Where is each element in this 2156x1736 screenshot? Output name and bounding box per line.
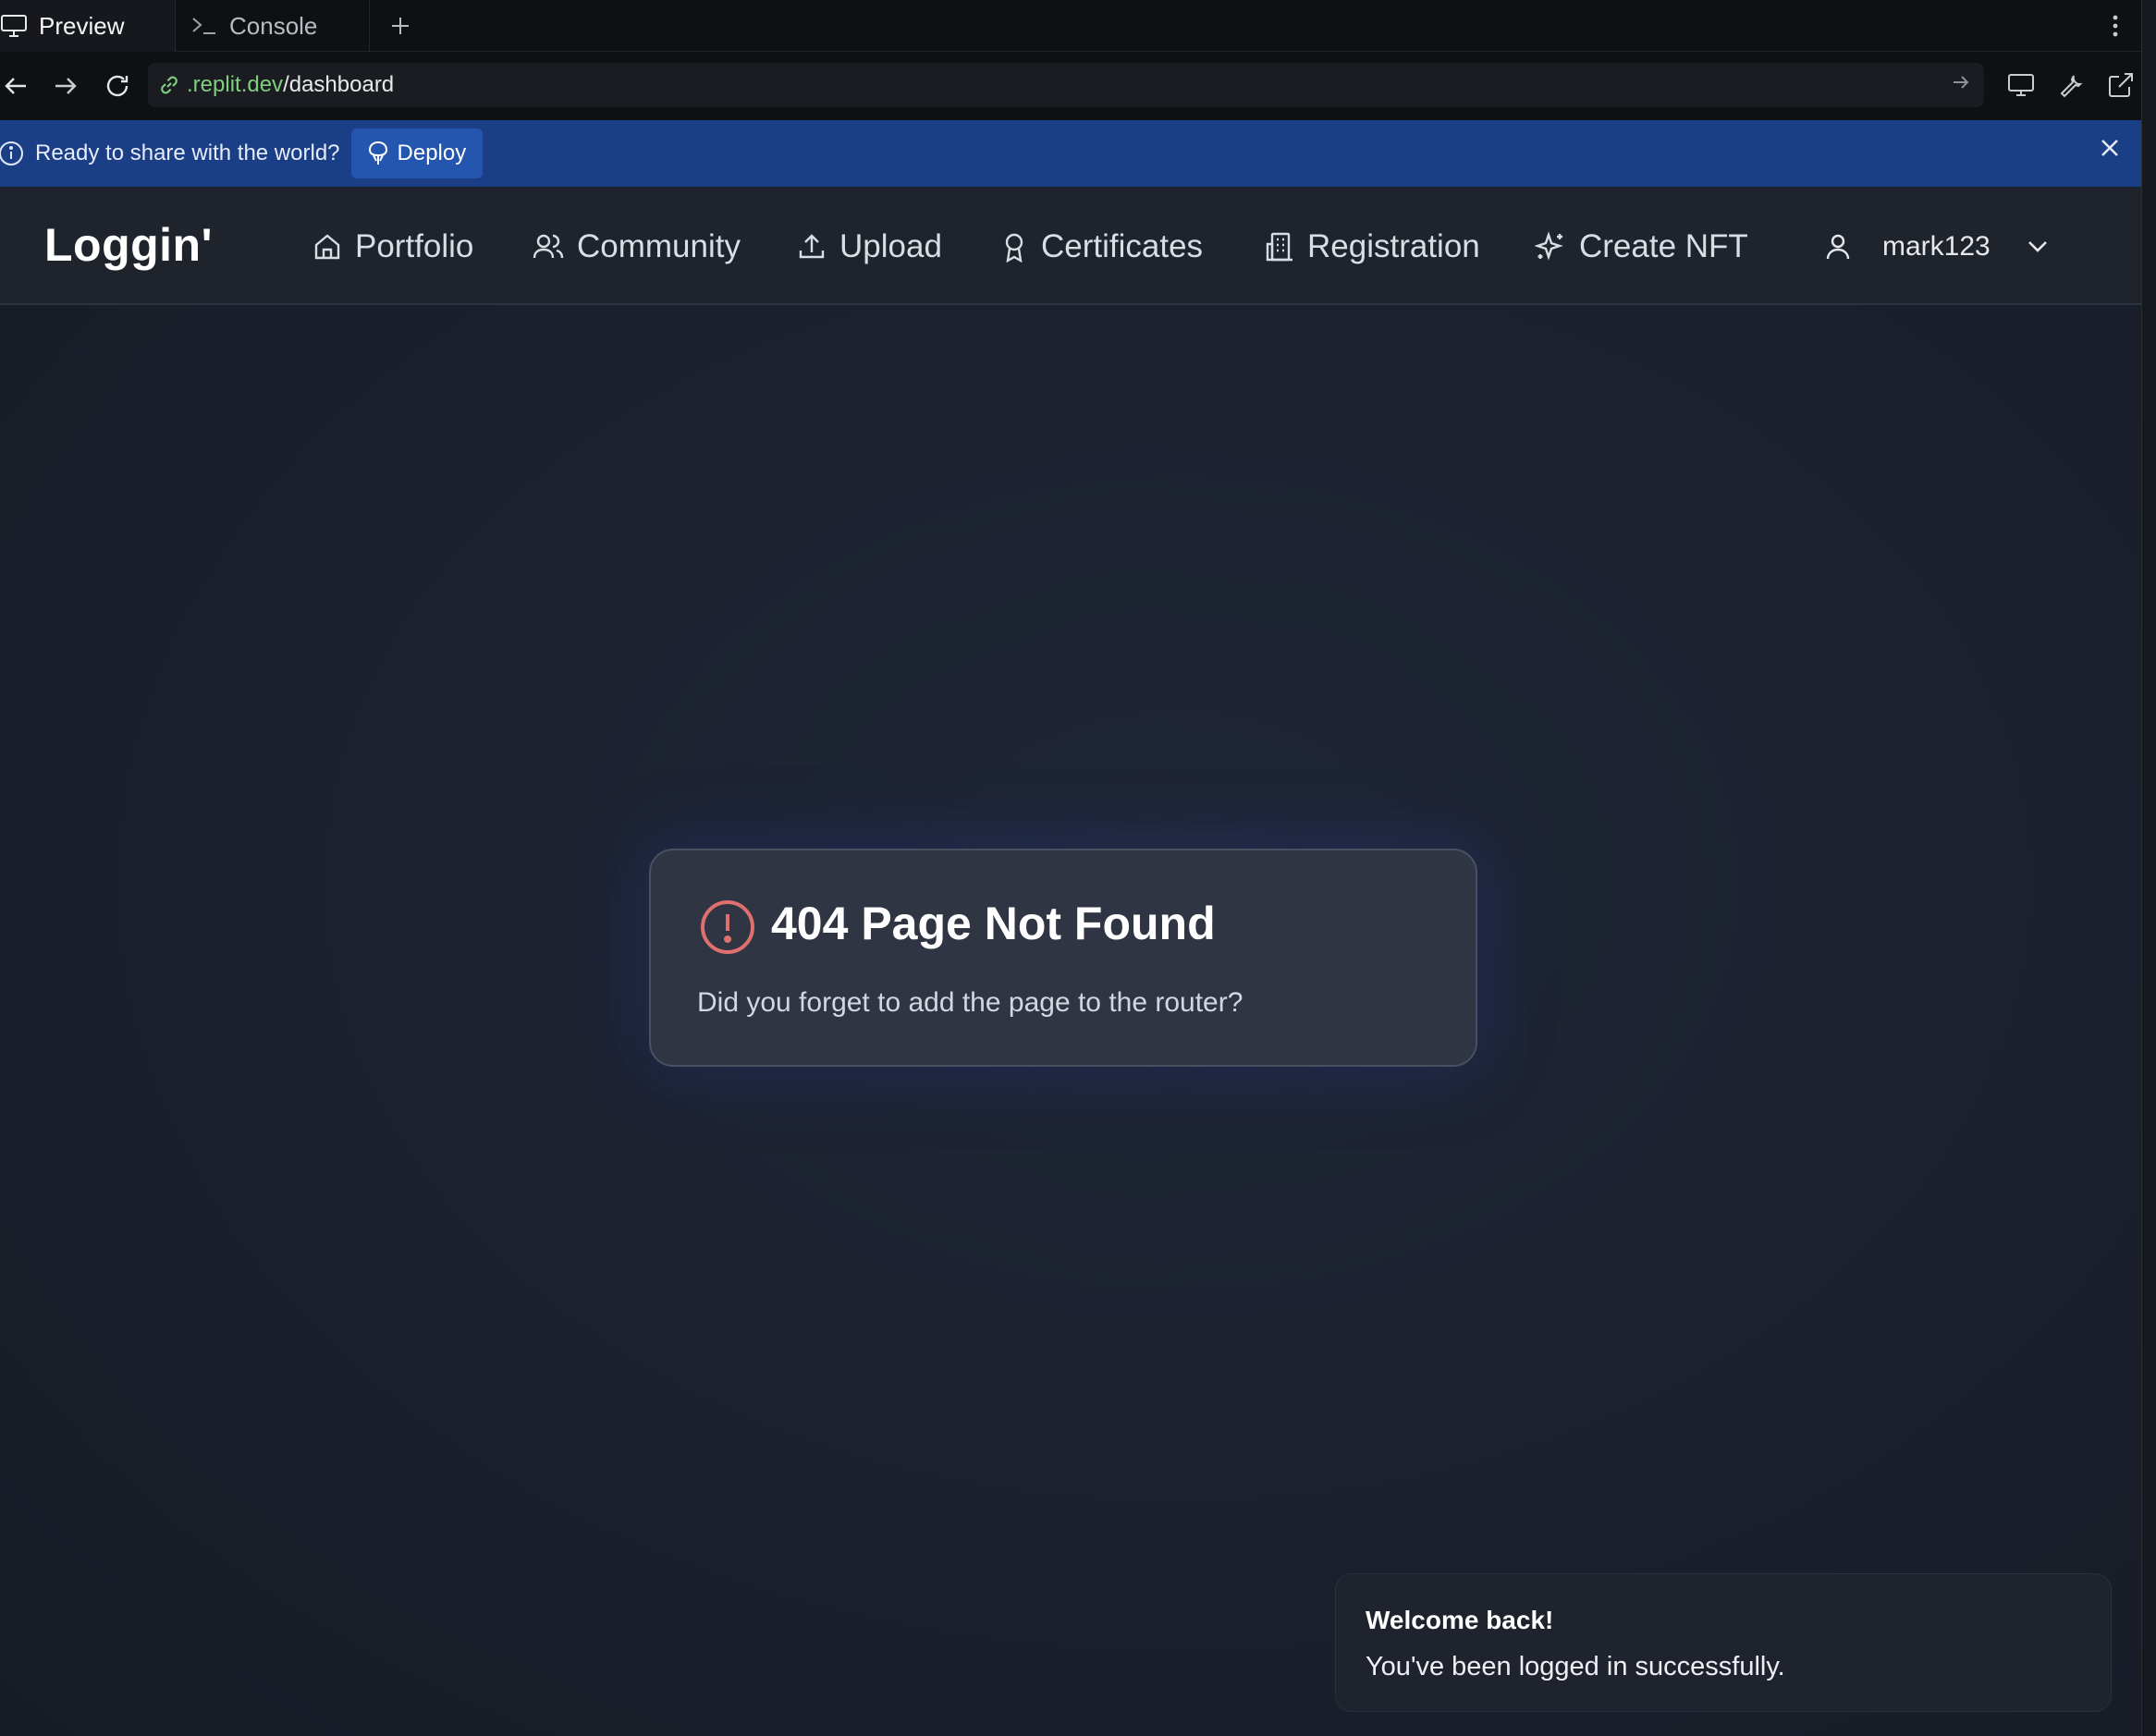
app-viewport: Loggin' Portfolio Community Upload Certi… [0,187,2141,1736]
home-icon [314,234,340,260]
forward-button[interactable] [41,61,91,111]
address-row: .replit.dev/dashboard [0,52,2141,120]
top-navbar: Loggin' Portfolio Community Upload Certi… [0,187,2141,305]
nav-registration-label: Registration [1307,228,1480,264]
screen: Preview Console .replit.dev /dashboard R… [0,0,2156,1736]
info-icon [0,140,28,167]
nav-community-label: Community [577,228,741,264]
nav-portfolio[interactable]: Portfolio [312,224,473,270]
chevron-down-icon [2027,241,2047,252]
app-logo[interactable]: Loggin' [44,218,213,272]
close-icon [2101,140,2118,156]
deploy-icon [368,141,387,165]
plus-icon [392,17,409,34]
tab-preview[interactable]: Preview [0,0,176,52]
nav-certificates[interactable]: Certificates [1000,224,1203,270]
banner-message: Ready to share with the world? [35,141,340,165]
add-tab-button[interactable] [370,0,431,51]
users-icon [533,234,564,259]
vertical-dots-icon [2113,15,2118,36]
wrench-icon [2060,75,2083,98]
login-toast[interactable]: Welcome back! You've been logged in succ… [1335,1573,2112,1712]
go-arrow-icon[interactable] [1951,72,1971,99]
devtools-button[interactable] [2051,63,2091,107]
address-tools [2001,63,2141,107]
alert-circle-icon [699,899,756,960]
nav-portfolio-label: Portfolio [355,228,474,264]
nav-certificates-label: Certificates [1041,228,1204,264]
arrow-right-icon [55,78,77,94]
sparkles-icon [1535,231,1563,261]
user-icon [1826,234,1850,260]
award-icon [1005,233,1023,263]
monitor-icon [0,12,28,40]
external-link-icon [2109,73,2133,97]
open-new-tab-button[interactable] [2101,63,2141,107]
link-icon [161,76,178,94]
arrow-left-icon [5,78,26,94]
nav-create-nft-label: Create NFT [1579,228,1748,264]
username: mark123 [1882,231,1991,262]
deploy-label: Deploy [397,141,467,165]
reload-icon [106,75,129,97]
not-found-card: 404 Page Not Found Did you forget to add… [649,849,1477,1067]
toast-title: Welcome back! [1366,1606,1554,1634]
building-icon [1266,232,1292,262]
more-options-button[interactable] [2089,0,2141,51]
tab-preview-label: Preview [39,11,125,40]
nav-upload-label: Upload [839,228,942,264]
deploy-banner: Ready to share with the world? Deploy [0,120,2141,187]
nav-upload[interactable]: Upload [797,224,942,270]
terminal-icon [190,12,218,40]
deploy-button[interactable]: Deploy [350,128,484,178]
url-bar[interactable]: .replit.dev/dashboard [148,63,1984,107]
not-found-title: 404 Page Not Found [771,898,1216,949]
tab-console-label: Console [229,11,318,40]
preview-tab-bar: Preview Console [0,0,2141,52]
user-menu[interactable]: mark123 [1825,224,2048,270]
not-found-description: Did you forget to add the page to the ro… [697,987,1243,1018]
close-banner-button[interactable] [2099,137,2121,165]
monitor-icon [2008,74,2034,96]
url-path: /dashboard [283,72,395,97]
nav-create-nft[interactable]: Create NFT [1535,224,1748,270]
scrollbar[interactable] [2141,0,2156,1736]
tab-console[interactable]: Console [176,0,370,52]
url-host: .replit.dev [187,72,284,97]
upload-icon [799,234,825,259]
back-button[interactable] [0,61,41,111]
devices-button[interactable] [2001,63,2041,107]
nav-community[interactable]: Community [533,224,741,270]
nav-registration[interactable]: Registration [1265,224,1480,270]
reload-button[interactable] [92,61,142,111]
toast-description: You've been logged in successfully. [1366,1652,1785,1681]
